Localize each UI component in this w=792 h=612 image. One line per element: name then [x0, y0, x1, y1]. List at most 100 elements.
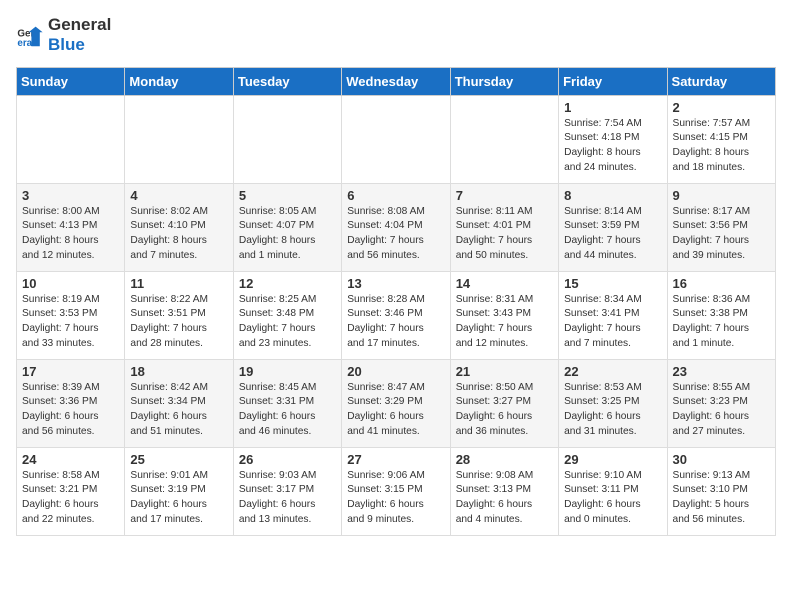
day-info: Sunrise: 8:25 AM Sunset: 3:48 PM Dayligh…: [239, 293, 336, 352]
day-info: Sunrise: 9:06 AM Sunset: 3:15 PM Dayligh…: [347, 469, 444, 528]
day-number: 22: [564, 364, 661, 379]
day-info: Sunrise: 8:05 AM Sunset: 4:07 PM Dayligh…: [239, 205, 336, 264]
day-number: 6: [347, 188, 444, 203]
calendar-day-cell: [125, 95, 233, 183]
day-info: Sunrise: 8:47 AM Sunset: 3:29 PM Dayligh…: [347, 381, 444, 440]
calendar-day-cell: 6 Sunrise: 8:08 AM Sunset: 4:04 PM Daylig…: [342, 183, 450, 271]
day-number: 21: [456, 364, 553, 379]
calendar-day-header: Wednesday: [342, 67, 450, 95]
logo-blue: Blue: [48, 35, 85, 54]
calendar-day-cell: 19 Sunrise: 8:45 AM Sunset: 3:31 PM Dayli…: [233, 359, 341, 447]
calendar-week-row: 3 Sunrise: 8:00 AM Sunset: 4:13 PM Daylig…: [17, 183, 776, 271]
header: Gen eral General Blue: [16, 16, 776, 55]
calendar-day-cell: 4 Sunrise: 8:02 AM Sunset: 4:10 PM Daylig…: [125, 183, 233, 271]
calendar-day-cell: 18 Sunrise: 8:42 AM Sunset: 3:34 PM Dayli…: [125, 359, 233, 447]
day-info: Sunrise: 8:19 AM Sunset: 3:53 PM Dayligh…: [22, 293, 119, 352]
logo-general: General: [48, 15, 111, 34]
day-info: Sunrise: 7:54 AM Sunset: 4:18 PM Dayligh…: [564, 117, 661, 176]
calendar-day-cell: 26 Sunrise: 9:03 AM Sunset: 3:17 PM Dayli…: [233, 447, 341, 535]
day-info: Sunrise: 8:00 AM Sunset: 4:13 PM Dayligh…: [22, 205, 119, 264]
calendar-day-cell: 27 Sunrise: 9:06 AM Sunset: 3:15 PM Dayli…: [342, 447, 450, 535]
calendar-day-cell: 13 Sunrise: 8:28 AM Sunset: 3:46 PM Dayli…: [342, 271, 450, 359]
day-number: 23: [673, 364, 770, 379]
day-number: 29: [564, 452, 661, 467]
day-number: 9: [673, 188, 770, 203]
day-number: 13: [347, 276, 444, 291]
day-number: 4: [130, 188, 227, 203]
day-info: Sunrise: 9:03 AM Sunset: 3:17 PM Dayligh…: [239, 469, 336, 528]
day-info: Sunrise: 8:11 AM Sunset: 4:01 PM Dayligh…: [456, 205, 553, 264]
calendar-day-header: Friday: [559, 67, 667, 95]
day-number: 24: [22, 452, 119, 467]
calendar-day-cell: 17 Sunrise: 8:39 AM Sunset: 3:36 PM Dayli…: [17, 359, 125, 447]
day-number: 15: [564, 276, 661, 291]
calendar-week-row: 1 Sunrise: 7:54 AM Sunset: 4:18 PM Daylig…: [17, 95, 776, 183]
day-number: 5: [239, 188, 336, 203]
calendar-day-cell: 8Sunrise: 8:14 AM Sunset: 3:59 PM Daylig…: [559, 183, 667, 271]
day-number: 3: [22, 188, 119, 203]
calendar-day-cell: 14 Sunrise: 8:31 AM Sunset: 3:43 PM Dayli…: [450, 271, 558, 359]
day-info: Sunrise: 8:14 AM Sunset: 3:59 PM Dayligh…: [564, 205, 661, 264]
day-number: 2: [673, 100, 770, 115]
logo: Gen eral General Blue: [16, 16, 111, 55]
day-info: Sunrise: 8:28 AM Sunset: 3:46 PM Dayligh…: [347, 293, 444, 352]
day-number: 27: [347, 452, 444, 467]
calendar-day-cell: [233, 95, 341, 183]
logo-icon: Gen eral: [16, 21, 44, 49]
calendar-table: SundayMondayTuesdayWednesdayThursdayFrid…: [16, 67, 776, 536]
day-info: Sunrise: 8:31 AM Sunset: 3:43 PM Dayligh…: [456, 293, 553, 352]
day-number: 11: [130, 276, 227, 291]
day-info: Sunrise: 9:01 AM Sunset: 3:19 PM Dayligh…: [130, 469, 227, 528]
calendar-week-row: 24 Sunrise: 8:58 AM Sunset: 3:21 PM Dayli…: [17, 447, 776, 535]
calendar-day-cell: 12Sunrise: 8:25 AM Sunset: 3:48 PM Dayli…: [233, 271, 341, 359]
calendar-day-cell: [450, 95, 558, 183]
day-number: 1: [564, 100, 661, 115]
day-info: Sunrise: 8:36 AM Sunset: 3:38 PM Dayligh…: [673, 293, 770, 352]
day-number: 28: [456, 452, 553, 467]
calendar-day-header: Tuesday: [233, 67, 341, 95]
day-number: 26: [239, 452, 336, 467]
day-info: Sunrise: 8:17 AM Sunset: 3:56 PM Dayligh…: [673, 205, 770, 264]
calendar-day-cell: 28Sunrise: 9:08 AM Sunset: 3:13 PM Dayli…: [450, 447, 558, 535]
day-info: Sunrise: 8:50 AM Sunset: 3:27 PM Dayligh…: [456, 381, 553, 440]
day-info: Sunrise: 8:45 AM Sunset: 3:31 PM Dayligh…: [239, 381, 336, 440]
calendar-day-cell: 7 Sunrise: 8:11 AM Sunset: 4:01 PM Daylig…: [450, 183, 558, 271]
calendar-day-cell: 16 Sunrise: 8:36 AM Sunset: 3:38 PM Dayli…: [667, 271, 775, 359]
day-number: 19: [239, 364, 336, 379]
day-info: Sunrise: 7:57 AM Sunset: 4:15 PM Dayligh…: [673, 117, 770, 176]
calendar-day-cell: 30Sunrise: 9:13 AM Sunset: 3:10 PM Dayli…: [667, 447, 775, 535]
day-number: 14: [456, 276, 553, 291]
calendar-day-cell: 2 Sunrise: 7:57 AM Sunset: 4:15 PM Daylig…: [667, 95, 775, 183]
calendar-day-cell: 5 Sunrise: 8:05 AM Sunset: 4:07 PM Daylig…: [233, 183, 341, 271]
calendar-day-cell: 15Sunrise: 8:34 AM Sunset: 3:41 PM Dayli…: [559, 271, 667, 359]
calendar-header-row: SundayMondayTuesdayWednesdayThursdayFrid…: [17, 67, 776, 95]
day-info: Sunrise: 8:55 AM Sunset: 3:23 PM Dayligh…: [673, 381, 770, 440]
calendar-week-row: 10Sunrise: 8:19 AM Sunset: 3:53 PM Dayli…: [17, 271, 776, 359]
calendar-day-cell: 9 Sunrise: 8:17 AM Sunset: 3:56 PM Daylig…: [667, 183, 775, 271]
calendar-day-header: Thursday: [450, 67, 558, 95]
calendar-body: 1 Sunrise: 7:54 AM Sunset: 4:18 PM Daylig…: [17, 95, 776, 535]
calendar-week-row: 17 Sunrise: 8:39 AM Sunset: 3:36 PM Dayli…: [17, 359, 776, 447]
calendar-day-cell: 22 Sunrise: 8:53 AM Sunset: 3:25 PM Dayli…: [559, 359, 667, 447]
day-info: Sunrise: 8:22 AM Sunset: 3:51 PM Dayligh…: [130, 293, 227, 352]
day-number: 30: [673, 452, 770, 467]
calendar-day-header: Monday: [125, 67, 233, 95]
day-info: Sunrise: 8:53 AM Sunset: 3:25 PM Dayligh…: [564, 381, 661, 440]
calendar-day-cell: 21 Sunrise: 8:50 AM Sunset: 3:27 PM Dayli…: [450, 359, 558, 447]
calendar-day-cell: [17, 95, 125, 183]
day-info: Sunrise: 8:39 AM Sunset: 3:36 PM Dayligh…: [22, 381, 119, 440]
day-number: 17: [22, 364, 119, 379]
calendar-day-cell: 25Sunrise: 9:01 AM Sunset: 3:19 PM Dayli…: [125, 447, 233, 535]
day-number: 18: [130, 364, 227, 379]
day-info: Sunrise: 8:02 AM Sunset: 4:10 PM Dayligh…: [130, 205, 227, 264]
day-number: 7: [456, 188, 553, 203]
calendar-day-cell: 24 Sunrise: 8:58 AM Sunset: 3:21 PM Dayli…: [17, 447, 125, 535]
calendar-day-cell: 1 Sunrise: 7:54 AM Sunset: 4:18 PM Daylig…: [559, 95, 667, 183]
day-info: Sunrise: 8:08 AM Sunset: 4:04 PM Dayligh…: [347, 205, 444, 264]
day-number: 20: [347, 364, 444, 379]
day-number: 16: [673, 276, 770, 291]
day-info: Sunrise: 8:58 AM Sunset: 3:21 PM Dayligh…: [22, 469, 119, 528]
calendar-day-header: Saturday: [667, 67, 775, 95]
calendar-day-cell: 29Sunrise: 9:10 AM Sunset: 3:11 PM Dayli…: [559, 447, 667, 535]
day-info: Sunrise: 8:42 AM Sunset: 3:34 PM Dayligh…: [130, 381, 227, 440]
